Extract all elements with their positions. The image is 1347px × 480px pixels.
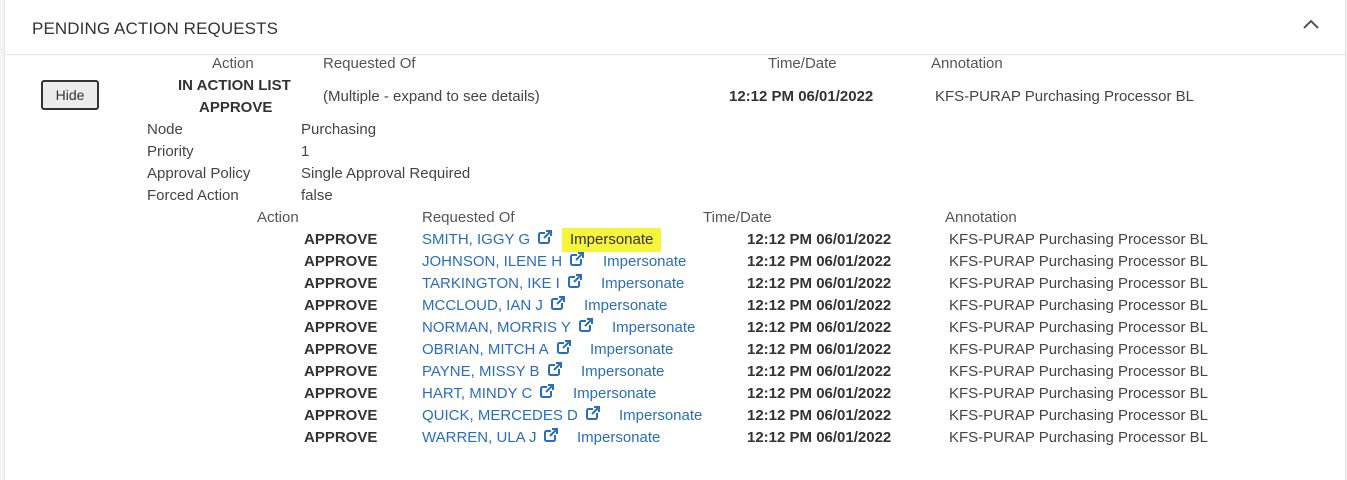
- row-annotation: KFS-PURAP Purchasing Processor BL: [949, 275, 1208, 292]
- row-person-link[interactable]: TARKINGTON, IKE I: [422, 275, 560, 293]
- sub-col-header-annotation: Annotation: [945, 209, 1017, 226]
- row-time-date: 12:12 PM 06/01/2022: [747, 231, 892, 248]
- row-action: APPROVE: [304, 385, 378, 402]
- external-link-icon[interactable]: [568, 274, 582, 288]
- impersonate-link[interactable]: Impersonate: [584, 297, 667, 315]
- row-time-date: 12:12 PM 06/01/2022: [747, 341, 892, 358]
- pending-action-requests-panel: PENDING ACTION REQUESTS Action Requested…: [4, 0, 1346, 480]
- row-annotation: KFS-PURAP Purchasing Processor BL: [949, 319, 1208, 336]
- row-action: APPROVE: [304, 253, 378, 270]
- external-link-icon[interactable]: [586, 406, 600, 420]
- detail-value: 1: [301, 143, 310, 160]
- panel-title: PENDING ACTION REQUESTS: [32, 19, 279, 38]
- detail-value: Single Approval Required: [301, 165, 471, 182]
- row-person-link[interactable]: HART, MINDY C: [422, 385, 532, 403]
- row-time-date: 12:12 PM 06/01/2022: [747, 319, 892, 336]
- external-link-icon[interactable]: [570, 252, 584, 266]
- sub-col-header-requested-of: Requested Of: [422, 209, 515, 226]
- external-link-icon[interactable]: [538, 230, 552, 244]
- detail-label: Forced Action: [147, 187, 239, 204]
- external-link-icon[interactable]: [551, 296, 565, 310]
- sub-col-header-time-date: Time/Date: [703, 209, 772, 226]
- row-person-link[interactable]: SMITH, IGGY G: [422, 231, 530, 249]
- action-in-action-list: IN ACTION LIST: [178, 77, 291, 94]
- impersonate-link[interactable]: Impersonate: [619, 407, 702, 425]
- detail-label: Node: [147, 121, 183, 138]
- impersonate-link[interactable]: Impersonate: [562, 228, 662, 252]
- external-link-icon[interactable]: [579, 318, 593, 332]
- row-action: APPROVE: [304, 363, 378, 380]
- row-time-date: 12:12 PM 06/01/2022: [747, 407, 892, 424]
- hide-button[interactable]: Hide: [41, 80, 99, 110]
- detail-label: Approval Policy: [147, 165, 251, 182]
- row-annotation: KFS-PURAP Purchasing Processor BL: [949, 363, 1208, 380]
- row-time-date: 12:12 PM 06/01/2022: [747, 253, 892, 270]
- row-action: APPROVE: [304, 319, 378, 336]
- row-person-link[interactable]: PAYNE, MISSY B: [422, 363, 540, 381]
- chevron-up-icon[interactable]: [1301, 14, 1321, 34]
- external-link-icon[interactable]: [540, 384, 554, 398]
- panel-header: PENDING ACTION REQUESTS: [5, 0, 1345, 55]
- row-action: APPROVE: [304, 407, 378, 424]
- col-header-annotation: Annotation: [931, 55, 1003, 72]
- row-person-link[interactable]: MCCLOUD, IAN J: [422, 297, 543, 315]
- row-person-link[interactable]: QUICK, MERCEDES D: [422, 407, 578, 425]
- col-header-time-date: Time/Date: [768, 55, 837, 72]
- row-annotation: KFS-PURAP Purchasing Processor BL: [949, 297, 1208, 314]
- requested-of-multiple: (Multiple - expand to see details): [323, 88, 540, 105]
- col-header-requested-of: Requested Of: [323, 55, 416, 72]
- action-approve: APPROVE: [199, 99, 273, 116]
- impersonate-link[interactable]: Impersonate: [590, 341, 673, 359]
- impersonate-link[interactable]: Impersonate: [603, 253, 686, 271]
- row-action: APPROVE: [304, 297, 378, 314]
- impersonate-link[interactable]: Impersonate: [573, 385, 656, 403]
- annotation-value: KFS-PURAP Purchasing Processor BL: [935, 88, 1194, 105]
- external-link-icon[interactable]: [557, 340, 571, 354]
- row-time-date: 12:12 PM 06/01/2022: [747, 275, 892, 292]
- row-action: APPROVE: [304, 275, 378, 292]
- row-person-link[interactable]: NORMAN, MORRIS Y: [422, 319, 571, 337]
- impersonate-link[interactable]: Impersonate: [581, 363, 664, 381]
- detail-value: false: [301, 187, 333, 204]
- external-link-icon[interactable]: [548, 362, 562, 376]
- row-annotation: KFS-PURAP Purchasing Processor BL: [949, 385, 1208, 402]
- row-time-date: 12:12 PM 06/01/2022: [747, 363, 892, 380]
- row-action: APPROVE: [304, 231, 378, 248]
- impersonate-link[interactable]: Impersonate: [601, 275, 684, 293]
- col-header-action: Action: [212, 55, 254, 72]
- time-date-value: 12:12 PM 06/01/2022: [729, 88, 874, 105]
- detail-label: Priority: [147, 143, 194, 160]
- impersonate-link[interactable]: Impersonate: [577, 429, 660, 447]
- impersonate-link[interactable]: Impersonate: [612, 319, 695, 337]
- row-annotation: KFS-PURAP Purchasing Processor BL: [949, 253, 1208, 270]
- row-action: APPROVE: [304, 429, 378, 446]
- row-time-date: 12:12 PM 06/01/2022: [747, 297, 892, 314]
- detail-value: Purchasing: [301, 121, 377, 138]
- row-annotation: KFS-PURAP Purchasing Processor BL: [949, 429, 1208, 446]
- row-time-date: 12:12 PM 06/01/2022: [747, 385, 892, 402]
- row-person-link[interactable]: OBRIAN, MITCH A: [422, 341, 549, 359]
- external-link-icon[interactable]: [544, 428, 558, 442]
- row-annotation: KFS-PURAP Purchasing Processor BL: [949, 407, 1208, 424]
- sub-col-header-action: Action: [257, 209, 299, 226]
- row-person-link[interactable]: WARREN, ULA J: [422, 429, 536, 447]
- row-action: APPROVE: [304, 341, 378, 358]
- row-person-link[interactable]: JOHNSON, ILENE H: [422, 253, 562, 271]
- row-time-date: 12:12 PM 06/01/2022: [747, 429, 892, 446]
- row-annotation: KFS-PURAP Purchasing Processor BL: [949, 231, 1208, 248]
- row-annotation: KFS-PURAP Purchasing Processor BL: [949, 341, 1208, 358]
